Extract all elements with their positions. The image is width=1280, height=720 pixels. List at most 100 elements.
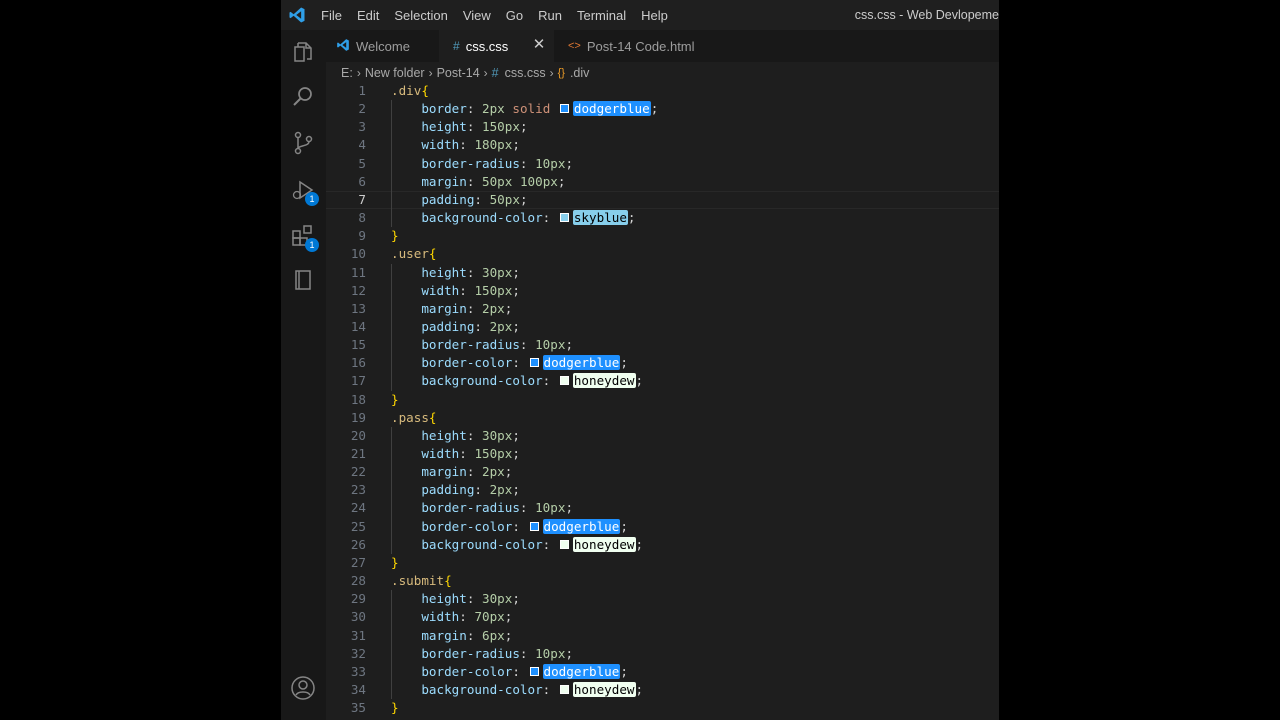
css-selector: .user [391,246,429,262]
menu-help[interactable]: Help [641,8,668,23]
css-value: 180px [474,137,513,153]
run-debug-icon[interactable]: 1 [289,176,319,206]
code-line: 31 margin: 6px; [326,627,999,645]
code-editor[interactable]: 1 .div{2 border: 2px solid dodgerblue; 3 h… [326,82,999,720]
semicolon: ; [504,464,513,480]
menu-file[interactable]: File [321,8,342,23]
close-icon[interactable]: ✕ [532,37,546,52]
code-line: 20 height: 30px; [326,427,999,445]
menu-selection[interactable]: Selection [394,8,447,23]
semicolon: ; [650,101,659,117]
color-swatch[interactable] [559,104,569,114]
color-swatch[interactable] [559,376,569,386]
color-swatch[interactable] [529,666,539,676]
line-number: 19 [350,409,366,425]
line-number: 9 [358,228,366,244]
semicolon: ; [635,536,644,552]
indent-guide [391,590,392,700]
html-brackets-icon: <> [568,40,581,52]
css-value: 30px [482,591,513,607]
chevron-right-icon: › [356,66,361,80]
color-swatch[interactable] [559,684,569,694]
colon: : [466,591,483,607]
line-code: border-radius: 10px; [391,336,573,354]
code-line: 18} [326,391,999,409]
color-swatch[interactable] [529,521,539,531]
color-keyword: dodgerblue [542,355,621,371]
css-property: padding [421,482,475,498]
css-property: border-color [421,518,513,534]
tab-css[interactable]: # css.css ✕ [439,30,554,62]
line-code: .user{ [391,245,437,263]
breadcrumb-subfolder[interactable]: Post-14 [437,66,480,80]
line-number: 11 [350,264,366,280]
line-code: margin: 6px; [391,627,512,645]
chevron-right-icon: › [428,66,433,80]
chevron-right-icon: › [549,66,554,80]
code-line: 29 height: 30px; [326,590,999,608]
search-icon[interactable] [289,83,317,111]
css-property: border-radius [421,500,520,516]
tab-welcome[interactable]: Welcome [326,30,439,62]
semicolon: ; [627,210,636,226]
close-brace: } [391,554,399,570]
line-number: 20 [350,427,366,443]
menu-edit[interactable]: Edit [357,8,379,23]
line-code: border: 2px solid dodgerblue; [391,100,658,118]
css-property: border [421,101,467,117]
vscode-logo-icon [288,6,306,24]
line-number: 24 [350,500,366,516]
color-swatch[interactable] [529,358,539,368]
line-code: } [391,699,399,717]
breadcrumb-file[interactable]: css.css [505,66,546,80]
css-property: margin [421,300,467,316]
css-property: margin [421,173,467,189]
line-code: border-color: dodgerblue; [391,663,628,681]
breadcrumb-symbol[interactable]: .div [570,66,589,80]
line-code: width: 150px; [391,445,520,463]
line-number: 26 [350,536,366,552]
menu-view[interactable]: View [463,8,491,23]
css-property: border-radius [421,645,520,661]
menu-run[interactable]: Run [538,8,562,23]
extensions-icon[interactable]: 1 [289,222,319,252]
line-code: .div{ [391,82,429,100]
line-number: 33 [350,663,366,679]
colon: : [459,137,475,153]
colon: : [542,536,558,552]
colon: : [466,264,483,280]
account-icon[interactable] [289,674,317,702]
remote-explorer-icon[interactable] [289,266,317,294]
tab-html[interactable]: <> Post-14 Code.html [554,30,704,62]
tab-label: Post-14 Code.html [586,38,695,54]
menu-go[interactable]: Go [506,8,523,23]
explorer-icon[interactable] [289,38,317,66]
colon: : [542,373,558,389]
close-brace: } [391,228,399,244]
color-swatch[interactable] [559,213,569,223]
source-control-icon[interactable] [289,129,317,157]
line-code: padding: 2px; [391,318,520,336]
semicolon: ; [512,591,520,607]
line-code: padding: 50px; [391,191,528,209]
line-number: 25 [350,518,366,534]
colon: : [474,318,490,334]
semicolon: ; [519,191,528,207]
semicolon: ; [620,663,628,679]
css-property: border-radius [421,337,520,353]
line-code: width: 150px; [391,282,520,300]
tab-label: Welcome [356,38,410,54]
breadcrumb-drive[interactable]: E: [341,66,353,80]
css-property: height [421,264,467,280]
menu-terminal[interactable]: Terminal [577,8,626,23]
indent-guide [391,100,392,228]
color-keyword: honeydew [572,536,636,552]
line-number: 14 [350,318,366,334]
breadcrumb-folder[interactable]: New folder [365,66,425,80]
semicolon: ; [519,119,528,135]
colon: : [542,210,558,226]
css-property: padding [421,318,475,334]
color-swatch[interactable] [559,539,569,549]
hash-icon: # [453,39,460,53]
semicolon: ; [635,373,644,389]
